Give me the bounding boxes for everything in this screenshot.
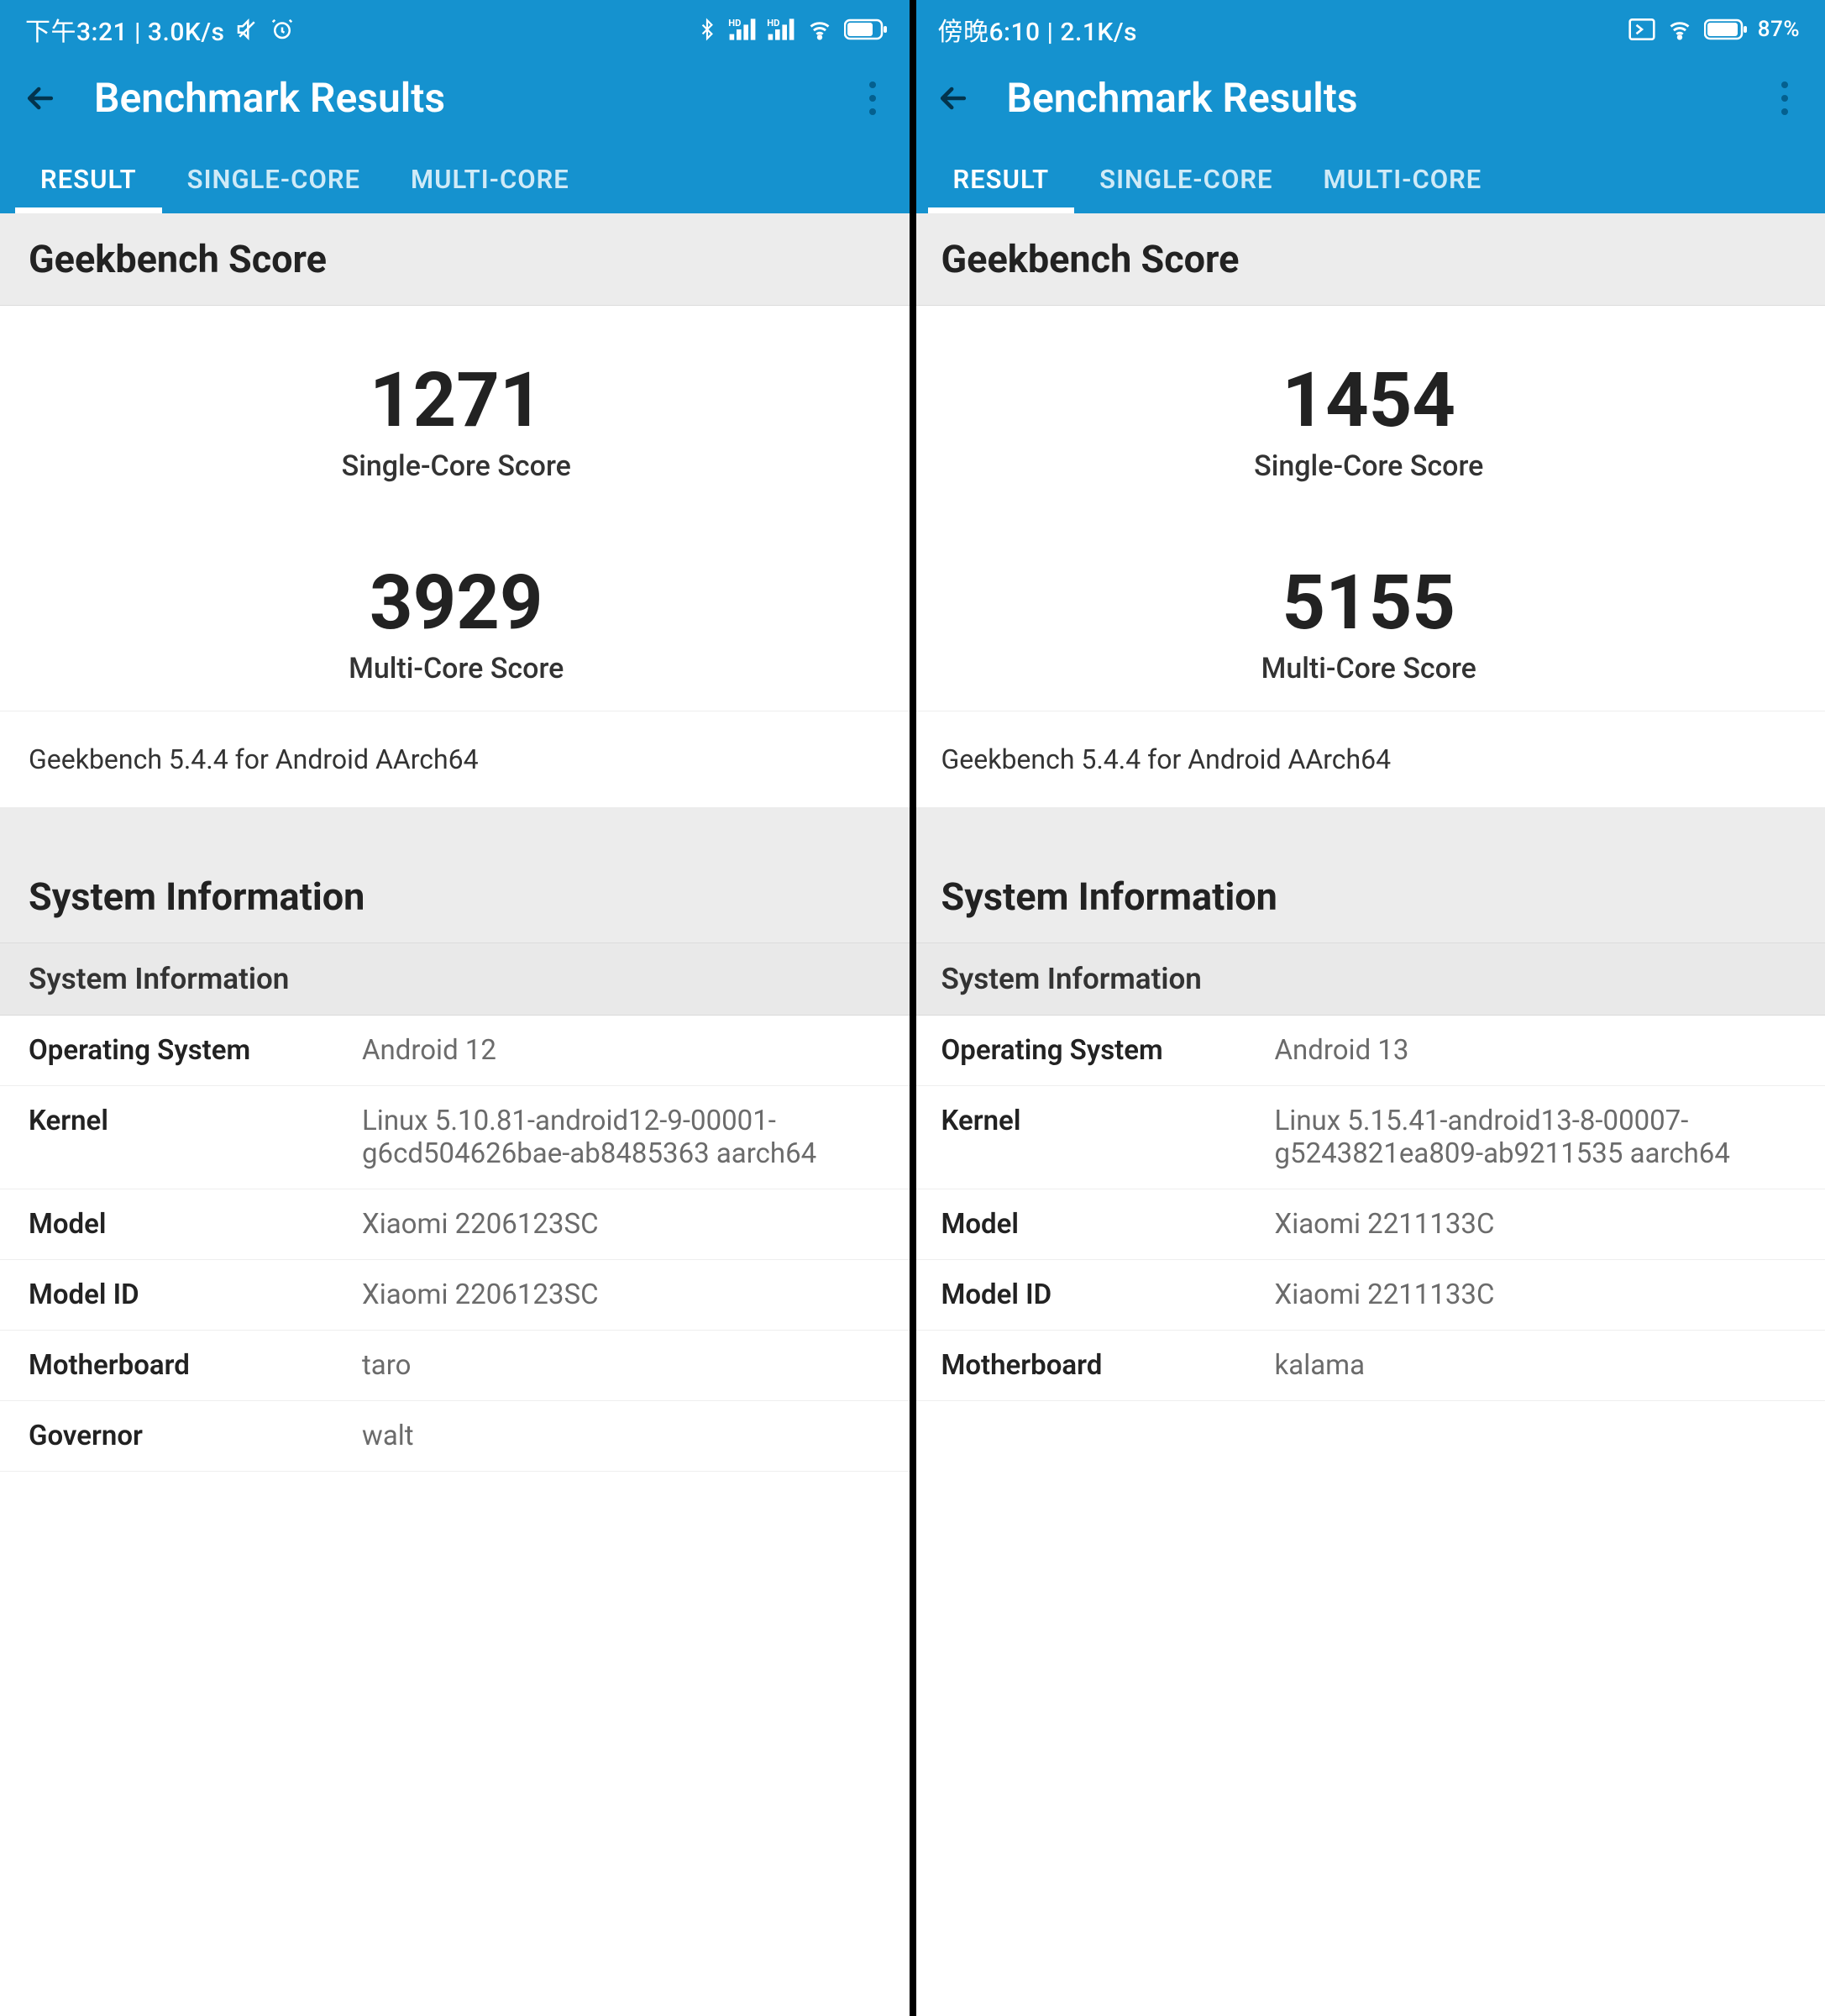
signal-1-icon: HD <box>728 18 757 41</box>
row-key: Kernel <box>941 1105 1266 1170</box>
single-core-score-block: 1454 Single-Core Score <box>913 306 1825 508</box>
row-key: Model <box>29 1208 354 1241</box>
tab-result[interactable]: RESULT <box>928 145 1075 213</box>
multi-core-score: 3929 <box>0 559 913 647</box>
pane-divider <box>910 0 916 2016</box>
system-information-subheader: System Information <box>0 943 913 1016</box>
app-bar: Benchmark Results <box>913 59 1825 145</box>
row-value: Linux 5.15.41-android13-8-00007-g5243821… <box>1266 1105 1796 1170</box>
geekbench-score-header: Geekbench Score <box>913 213 1825 306</box>
row-value: Xiaomi 2211133C <box>1266 1278 1796 1311</box>
svg-text:HD: HD <box>767 18 779 29</box>
row-key: Motherboard <box>29 1349 354 1382</box>
geekbench-version: Geekbench 5.4.4 for Android AArch64 <box>913 711 1825 807</box>
table-row: Motherboardkalama <box>913 1331 1825 1401</box>
multi-core-label: Multi-Core Score <box>0 652 913 685</box>
row-value: kalama <box>1266 1349 1796 1382</box>
left-pane: 下午3:21 | 3.0K/s HD HD Benchmark Results <box>0 0 913 2016</box>
multi-core-score-block: 3929 Multi-Core Score <box>0 508 913 711</box>
wifi-icon <box>805 18 834 41</box>
row-key: Model <box>941 1208 1266 1241</box>
back-button[interactable] <box>20 78 60 118</box>
system-info-table: Operating SystemAndroid 12 KernelLinux 5… <box>0 1016 913 1472</box>
tab-single-core[interactable]: SINGLE-CORE <box>162 145 385 213</box>
multi-core-score-block: 5155 Multi-Core Score <box>913 508 1825 711</box>
row-value: Linux 5.10.81-android12-9-00001-g6cd5046… <box>354 1105 884 1170</box>
row-key: Model ID <box>941 1278 1266 1311</box>
row-value: walt <box>354 1420 884 1452</box>
row-value: Xiaomi 2211133C <box>1266 1208 1796 1241</box>
alarm-icon <box>270 17 295 42</box>
row-key: Motherboard <box>941 1349 1266 1382</box>
battery-percent: 87% <box>1758 17 1800 42</box>
row-key: Operating System <box>29 1034 354 1067</box>
row-value: Xiaomi 2206123SC <box>354 1208 884 1241</box>
system-information-header: System Information <box>0 851 913 943</box>
table-row: Operating SystemAndroid 13 <box>913 1016 1825 1086</box>
mute-icon <box>234 17 260 42</box>
table-row: Motherboardtaro <box>0 1331 913 1401</box>
system-information-subheader: System Information <box>913 943 1825 1016</box>
geekbench-version: Geekbench 5.4.4 for Android AArch64 <box>0 711 913 807</box>
tab-multi-core[interactable]: MULTI-CORE <box>385 145 595 213</box>
multi-core-label: Multi-Core Score <box>913 652 1825 685</box>
system-info-table: Operating SystemAndroid 13 KernelLinux 5… <box>913 1016 1825 1401</box>
row-key: Model ID <box>29 1278 354 1311</box>
table-row: Operating SystemAndroid 12 <box>0 1016 913 1086</box>
wifi-icon <box>1665 18 1694 41</box>
table-row: ModelXiaomi 2206123SC <box>0 1189 913 1260</box>
table-row: Model IDXiaomi 2211133C <box>913 1260 1825 1331</box>
row-value: taro <box>354 1349 884 1382</box>
status-bar: 下午3:21 | 3.0K/s HD HD <box>0 0 913 59</box>
app-bar: Benchmark Results <box>0 59 913 145</box>
geekbench-score-header: Geekbench Score <box>0 213 913 306</box>
tab-bar: RESULT SINGLE-CORE MULTI-CORE <box>0 145 913 213</box>
svg-text:HD: HD <box>728 18 741 29</box>
table-row: KernelLinux 5.10.81-android12-9-00001-g6… <box>0 1086 913 1189</box>
bluetooth-icon <box>696 17 718 42</box>
single-core-score-block: 1271 Single-Core Score <box>0 306 913 508</box>
row-value: Android 13 <box>1266 1034 1796 1067</box>
cast-icon <box>1628 18 1655 40</box>
more-button[interactable] <box>1765 78 1805 118</box>
tab-multi-core[interactable]: MULTI-CORE <box>1298 145 1508 213</box>
row-key: Kernel <box>29 1105 354 1170</box>
single-core-label: Single-Core Score <box>0 449 913 483</box>
battery-icon <box>844 18 888 41</box>
row-value: Android 12 <box>354 1034 884 1067</box>
table-row: KernelLinux 5.15.41-android13-8-00007-g5… <box>913 1086 1825 1189</box>
right-pane: 傍晚6:10 | 2.1K/s 87% Benchmark Results RE… <box>913 0 1825 2016</box>
section-gap <box>0 807 913 851</box>
table-row: ModelXiaomi 2211133C <box>913 1189 1825 1260</box>
page-title: Benchmark Results <box>1007 74 1732 122</box>
more-vert-icon <box>1781 81 1788 115</box>
tab-result[interactable]: RESULT <box>15 145 162 213</box>
multi-core-score: 5155 <box>913 559 1825 647</box>
tab-single-core[interactable]: SINGLE-CORE <box>1074 145 1298 213</box>
row-key: Operating System <box>941 1034 1266 1067</box>
tab-bar: RESULT SINGLE-CORE MULTI-CORE <box>913 145 1825 213</box>
battery-icon <box>1704 18 1748 41</box>
system-information-header: System Information <box>913 851 1825 943</box>
signal-2-icon: HD <box>767 18 795 41</box>
status-time: 下午3:21 | 3.0K/s <box>25 11 224 48</box>
single-core-score: 1454 <box>913 356 1825 444</box>
more-button[interactable] <box>852 78 893 118</box>
status-time: 傍晚6:10 | 2.1K/s <box>938 11 1137 48</box>
single-core-score: 1271 <box>0 356 913 444</box>
section-gap <box>913 807 1825 851</box>
back-button[interactable] <box>933 78 973 118</box>
row-key: Governor <box>29 1420 354 1452</box>
single-core-label: Single-Core Score <box>913 449 1825 483</box>
row-value: Xiaomi 2206123SC <box>354 1278 884 1311</box>
status-bar: 傍晚6:10 | 2.1K/s 87% <box>913 0 1825 59</box>
page-title: Benchmark Results <box>94 74 819 122</box>
table-row: Governorwalt <box>0 1401 913 1472</box>
more-vert-icon <box>869 81 876 115</box>
table-row: Model IDXiaomi 2206123SC <box>0 1260 913 1331</box>
